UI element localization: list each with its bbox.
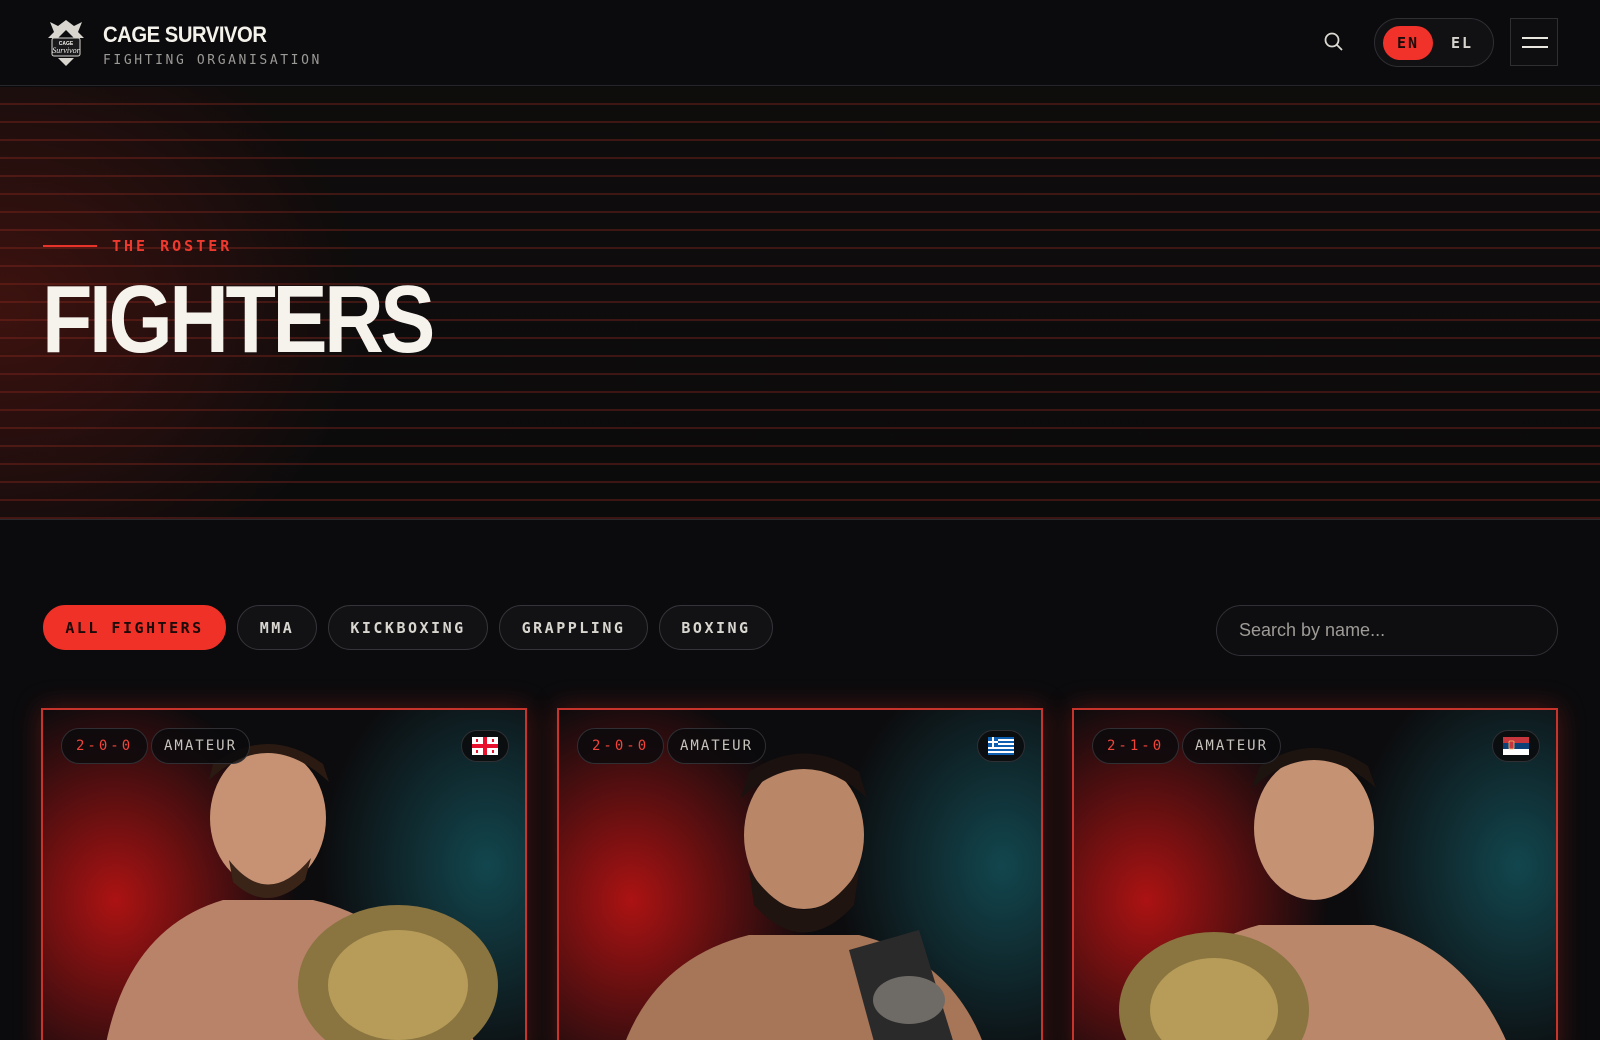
eyebrow-divider — [43, 245, 97, 247]
fighter-record: 2-1-0 — [1092, 728, 1180, 764]
filter-kickboxing[interactable]: KICKBOXING — [328, 605, 488, 650]
fighter-card[interactable]: 2-0-0 AMATEUR — [41, 708, 527, 1040]
greece-flag-icon — [977, 730, 1025, 762]
language-toggle: EN EL — [1374, 18, 1494, 67]
fighter-level-badge: AMATEUR — [151, 728, 251, 764]
serbia-flag-icon — [1492, 730, 1540, 762]
language-en-button[interactable]: EN — [1383, 26, 1433, 60]
brand-title[interactable]: CAGE SURVIVOR — [103, 22, 267, 48]
brand-subtitle: FIGHTING ORGANISATION — [103, 53, 322, 68]
fighter-record: 2-0-0 — [577, 728, 665, 764]
top-navigation-bar: CAGE Survivor CAGE SURVIVOR FIGHTING ORG… — [0, 0, 1600, 86]
filter-mma[interactable]: MMA — [237, 605, 317, 650]
fighter-card[interactable]: 2-1-0 AMATEUR — [1072, 708, 1558, 1040]
fighter-level-badge: AMATEUR — [1182, 728, 1282, 764]
cage-survivor-logo[interactable]: CAGE Survivor — [44, 18, 88, 68]
filter-grappling[interactable]: GRAPPLING — [499, 605, 648, 650]
filter-all-fighters[interactable]: ALL FIGHTERS — [43, 605, 226, 650]
language-el-button[interactable]: EL — [1437, 26, 1487, 60]
fighter-record: 2-0-0 — [61, 728, 149, 764]
filter-boxing[interactable]: BOXING — [659, 605, 773, 650]
roster-hero: THE ROSTER FIGHTERS — [0, 87, 1600, 520]
georgia-flag-icon — [461, 730, 509, 762]
page-title: FIGHTERS — [42, 266, 435, 373]
svg-text:Survivor: Survivor — [52, 46, 80, 55]
hero-eyebrow: THE ROSTER — [112, 237, 233, 255]
fighter-level-badge: AMATEUR — [667, 728, 767, 764]
search-icon[interactable] — [1322, 30, 1346, 54]
hamburger-menu-icon[interactable] — [1510, 18, 1558, 66]
fighter-search-input[interactable] — [1216, 605, 1558, 656]
fighter-card[interactable]: 2-0-0 AMATEUR — [557, 708, 1043, 1040]
